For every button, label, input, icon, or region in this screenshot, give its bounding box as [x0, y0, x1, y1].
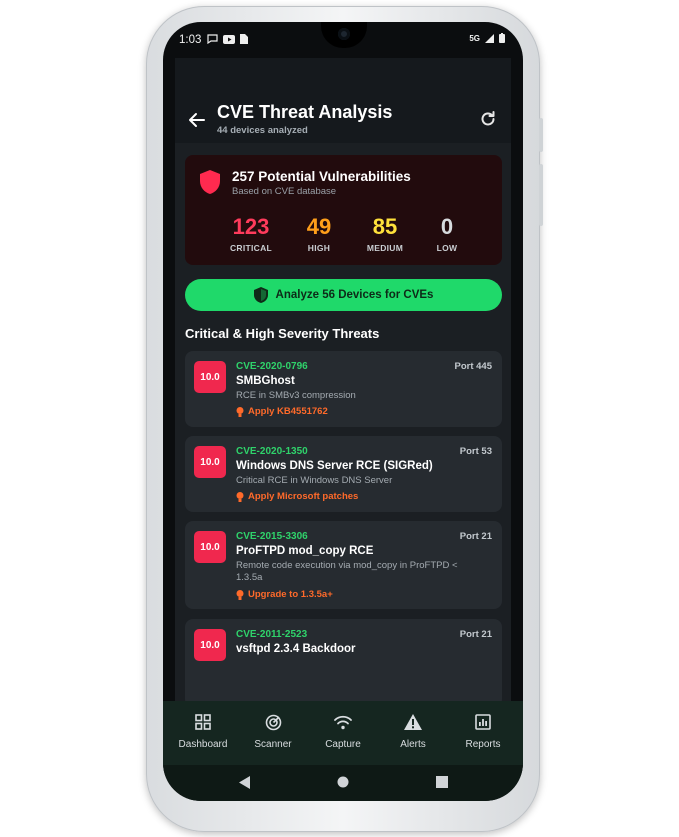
shield-icon [200, 170, 220, 194]
cvss-score-badge: 10.0 [194, 531, 226, 563]
scanner-icon [265, 714, 281, 730]
port-label: Port 21 [459, 531, 492, 542]
youtube-icon [223, 34, 235, 44]
nav-reports[interactable]: Reports [447, 711, 519, 750]
power-button [539, 118, 543, 152]
threat-card[interactable]: 10.0 CVE-2015-3306 Port 21 ProFTPD mod_c… [185, 521, 502, 609]
lightbulb-icon [236, 406, 244, 417]
analyze-button-label: Analyze 56 Devices for CVEs [275, 289, 434, 301]
analyze-devices-button[interactable]: Analyze 56 Devices for CVEs [185, 279, 502, 311]
remediation: Apply Microsoft patches [236, 491, 358, 502]
cve-id: CVE-2011-2523 [236, 629, 308, 640]
status-time: 1:03 [179, 34, 202, 46]
nav-label: Dashboard [178, 739, 228, 750]
port-label: Port 53 [459, 446, 492, 457]
stat-high: 49 HIGH [289, 214, 349, 254]
phone-screen: 1:03 5G CVE Threat Analysis 44 devices a… [163, 22, 523, 801]
vulnerability-source: Based on CVE database [232, 186, 337, 197]
page-title: CVE Threat Analysis [217, 102, 393, 122]
threat-description: Remote code execution via mod_copy in Pr… [236, 560, 458, 583]
threat-description: Critical RCE in Windows DNS Server [236, 475, 393, 486]
wifi-capture-icon [334, 715, 352, 729]
cve-id: CVE-2020-1350 [236, 446, 308, 457]
stat-label: MEDIUM [366, 243, 404, 253]
system-icons: 5G [469, 33, 505, 43]
signal-icon [485, 33, 494, 43]
port-label: Port 21 [459, 629, 492, 640]
notification-icons [207, 34, 248, 44]
app-bar: CVE Threat Analysis 44 devices analyzed [175, 58, 511, 143]
nav-alerts[interactable]: Alerts [377, 711, 449, 750]
cvss-score-badge: 10.0 [194, 361, 226, 393]
nav-label: Reports [465, 739, 501, 750]
threat-name: SMBGhost [236, 375, 295, 387]
threat-card[interactable]: 10.0 CVE-2020-1350 Port 53 Windows DNS S… [185, 436, 502, 512]
nav-label: Alerts [400, 739, 426, 750]
shield-check-icon [253, 287, 268, 303]
recents-square-icon[interactable] [436, 776, 448, 788]
system-navigation-bar [163, 765, 523, 801]
remediation: Apply KB4551762 [236, 406, 328, 417]
lightbulb-icon [236, 491, 244, 502]
remediation-text: Apply Microsoft patches [248, 491, 359, 502]
home-circle-icon[interactable] [337, 776, 349, 788]
remediation-text: Apply KB4551762 [248, 406, 328, 417]
network-type: 5G [469, 33, 480, 43]
threats-section-title: Critical & High Severity Threats [185, 326, 380, 341]
sim-icon [240, 34, 248, 44]
nav-capture[interactable]: Capture [307, 711, 379, 750]
lightbulb-icon [236, 589, 244, 600]
stat-label: LOW [436, 243, 458, 253]
cve-id: CVE-2015-3306 [236, 531, 308, 542]
remediation-text: Upgrade to 1.3.5a+ [248, 589, 333, 600]
remediation: Upgrade to 1.3.5a+ [236, 589, 333, 600]
alert-triangle-icon [404, 714, 422, 730]
reports-icon [475, 714, 491, 730]
cvss-score-badge: 10.0 [194, 446, 226, 478]
stat-value: 85 [372, 214, 398, 239]
camera-icon [338, 28, 350, 40]
stat-value: 123 [232, 214, 270, 239]
stat-value: 49 [306, 214, 332, 239]
stat-label: HIGH [307, 243, 331, 253]
stat-low: 0 LOW [417, 214, 477, 254]
vulnerability-count-title: 257 Potential Vulnerabilities [232, 169, 411, 184]
battery-icon [499, 33, 505, 43]
stat-critical: 123 CRITICAL [221, 214, 281, 254]
refresh-icon[interactable] [479, 110, 497, 128]
threat-description: RCE in SMBv3 compression [236, 390, 356, 401]
stat-value: 0 [440, 214, 454, 239]
dashboard-icon [195, 714, 211, 730]
stat-label: CRITICAL [229, 243, 273, 253]
back-triangle-icon[interactable] [239, 776, 251, 789]
back-arrow-icon[interactable] [187, 110, 207, 130]
threat-name: vsftpd 2.3.4 Backdoor [236, 643, 356, 655]
nav-label: Scanner [254, 739, 292, 750]
threat-card[interactable]: 10.0 CVE-2011-2523 Port 21 vsftpd 2.3.4 … [185, 619, 502, 701]
threat-name: Windows DNS Server RCE (SIGRed) [236, 460, 433, 472]
nav-dashboard[interactable]: Dashboard [167, 711, 239, 750]
cvss-score-badge: 10.0 [194, 629, 226, 661]
volume-button [539, 164, 543, 226]
nav-label: Capture [325, 739, 361, 750]
page-subtitle: 44 devices analyzed [217, 125, 308, 136]
port-label: Port 445 [454, 361, 493, 372]
bottom-navigation: Dashboard Scanner Capture Alerts Reports [163, 701, 523, 765]
nav-scanner[interactable]: Scanner [237, 711, 309, 750]
threat-name: ProFTPD mod_copy RCE [236, 545, 374, 557]
threat-card[interactable]: 10.0 CVE-2020-0796 Port 445 SMBGhost RCE… [185, 351, 502, 427]
cve-id: CVE-2020-0796 [236, 361, 308, 372]
vulnerability-summary-card: 257 Potential Vulnerabilities Based on C… [185, 155, 502, 265]
stat-medium: 85 MEDIUM [355, 214, 415, 254]
main-content: 257 Potential Vulnerabilities Based on C… [175, 143, 511, 701]
message-icon [207, 34, 218, 44]
